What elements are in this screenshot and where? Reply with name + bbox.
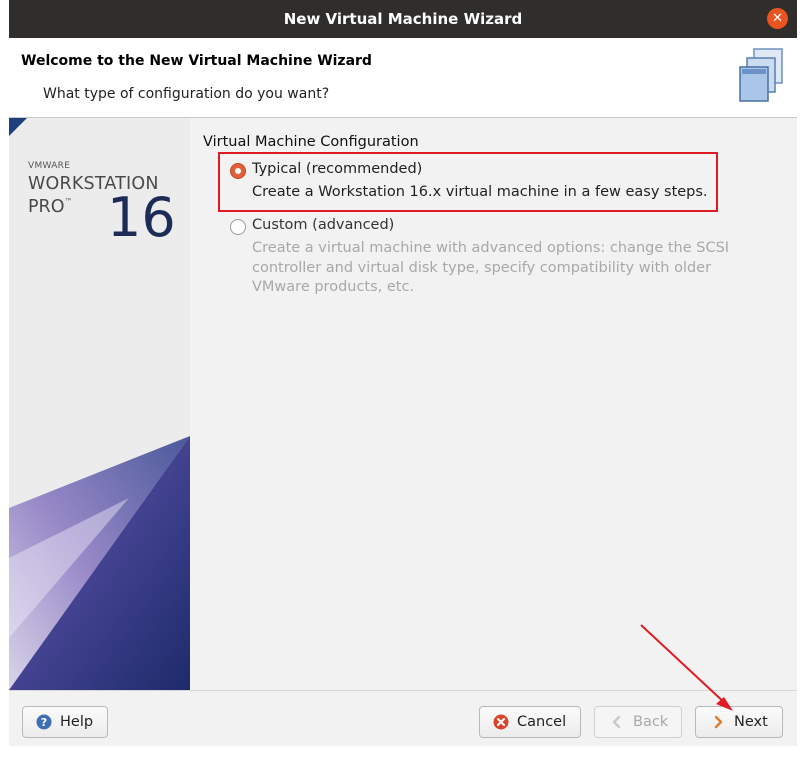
cancel-label: Cancel [517,714,567,730]
header-title: Welcome to the New Virtual Machine Wizar… [21,53,372,69]
next-button[interactable]: Next [695,706,783,738]
button-bar: ? Help Cancel Back Next [9,690,797,746]
typical-option-description: Create a Workstation 16.x virtual machin… [252,184,708,200]
custom-radio[interactable] [230,219,246,235]
brand-edition: PRO™ [28,197,73,217]
close-button[interactable]: ✕ [767,8,788,29]
help-button[interactable]: ? Help [22,706,108,738]
title-bar: New Virtual Machine Wizard ✕ [9,0,797,38]
brand-edition-text: PRO [28,197,65,217]
back-button[interactable]: Back [594,706,682,738]
typical-radio[interactable] [230,163,246,179]
cancel-button[interactable]: Cancel [479,706,581,738]
svg-text:?: ? [41,716,47,729]
wizard-header: Welcome to the New Virtual Machine Wizar… [9,38,797,117]
next-label: Next [734,714,768,730]
brand-version: 16 [107,186,176,249]
header-subtitle: What type of configuration do you want? [43,86,330,102]
help-icon: ? [36,714,52,730]
close-icon: ✕ [772,11,783,26]
back-label: Back [633,714,669,730]
help-label: Help [60,714,94,730]
chevron-left-icon [612,715,621,729]
custom-description-line: VMware products, etc. [252,279,415,295]
brand-sidebar: VMWARE WORKSTATION PRO™ 16 [9,118,190,690]
brand-trademark: ™ [64,197,73,206]
cancel-icon [493,714,509,730]
custom-option-label[interactable]: Custom (advanced) [252,217,394,233]
custom-description-line: controller and virtual disk type, specif… [252,259,712,276]
windows-stack-icon [739,48,783,102]
config-panel: Virtual Machine Configuration Typical (r… [190,118,797,690]
window-title: New Virtual Machine Wizard [283,10,523,28]
typical-option-label[interactable]: Typical (recommended) [252,161,422,177]
custom-description-line: Create a virtual machine with advanced o… [252,240,730,256]
section-title: Virtual Machine Configuration [203,134,419,150]
custom-option-description: Create a virtual machine with advanced o… [252,239,729,298]
chevron-right-icon [714,715,723,729]
brand-vendor: VMWARE [28,161,71,171]
